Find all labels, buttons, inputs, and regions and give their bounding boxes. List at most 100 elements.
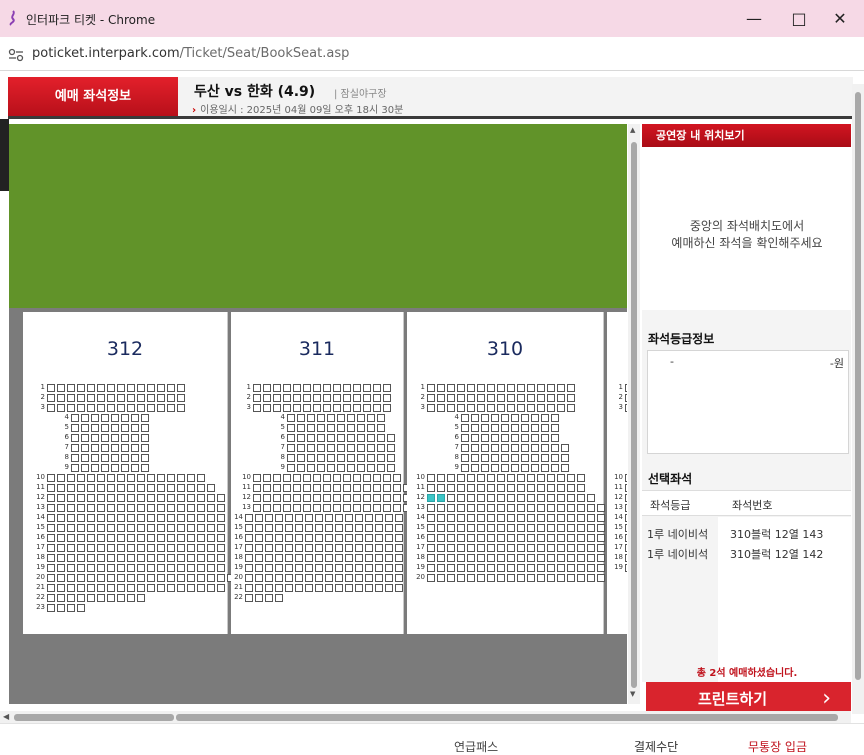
seat[interactable] (357, 424, 365, 432)
seat[interactable] (157, 384, 165, 392)
seat[interactable] (91, 414, 99, 422)
seat[interactable] (625, 404, 627, 412)
seat[interactable] (487, 534, 495, 542)
seat[interactable] (315, 534, 323, 542)
seat[interactable] (625, 544, 627, 552)
seat-map[interactable]: 312 1 2 3 4 5 6 7 8 9 10 11 12 13 14 15 16 17 18 19 20 21 22 23… (9, 124, 627, 704)
seat[interactable] (377, 434, 385, 442)
seat[interactable] (363, 404, 371, 412)
seat[interactable] (551, 424, 559, 432)
seat[interactable] (207, 524, 215, 532)
site-info-icon[interactable] (8, 48, 24, 62)
seat[interactable] (333, 384, 341, 392)
seat[interactable] (393, 504, 401, 512)
seat[interactable] (157, 524, 165, 532)
seat[interactable] (81, 434, 89, 442)
seat[interactable] (167, 394, 175, 402)
seat[interactable] (157, 394, 165, 402)
seat[interactable] (457, 514, 465, 522)
seat[interactable] (345, 584, 353, 592)
seat[interactable] (561, 464, 569, 472)
seat[interactable] (551, 434, 559, 442)
seat[interactable] (275, 584, 283, 592)
seat[interactable] (265, 544, 273, 552)
seat[interactable] (325, 524, 333, 532)
seat[interactable] (393, 494, 401, 502)
seat[interactable] (57, 564, 65, 572)
seat[interactable] (97, 584, 105, 592)
seat[interactable] (293, 384, 301, 392)
seat[interactable] (187, 584, 195, 592)
seat[interactable] (323, 394, 331, 402)
seat[interactable] (127, 544, 135, 552)
seat[interactable] (491, 464, 499, 472)
seat[interactable] (303, 384, 311, 392)
seat[interactable] (187, 524, 195, 532)
seat[interactable] (287, 444, 295, 452)
seat[interactable] (567, 564, 575, 572)
seat[interactable] (283, 504, 291, 512)
seat[interactable] (197, 534, 205, 542)
seat[interactable] (337, 434, 345, 442)
seat[interactable] (47, 574, 55, 582)
seat[interactable] (263, 474, 271, 482)
seat[interactable] (131, 434, 139, 442)
seat[interactable] (107, 514, 115, 522)
seat[interactable] (77, 554, 85, 562)
seat[interactable] (157, 474, 165, 482)
seat[interactable] (217, 574, 225, 582)
seat[interactable] (141, 444, 149, 452)
seat[interactable] (517, 534, 525, 542)
seat[interactable] (537, 514, 545, 522)
seat[interactable] (471, 414, 479, 422)
seat[interactable] (343, 404, 351, 412)
seat[interactable] (107, 524, 115, 532)
seat[interactable] (395, 584, 403, 592)
seat[interactable] (521, 414, 529, 422)
seat[interactable] (557, 544, 565, 552)
seat[interactable] (437, 514, 445, 522)
seat[interactable] (313, 504, 321, 512)
seat[interactable] (217, 514, 225, 522)
seat[interactable] (527, 534, 535, 542)
seat[interactable] (557, 484, 565, 492)
seat[interactable] (127, 554, 135, 562)
seat[interactable] (47, 474, 55, 482)
seat[interactable] (373, 484, 381, 492)
seat[interactable] (335, 564, 343, 572)
seat[interactable] (57, 574, 65, 582)
seat[interactable] (121, 454, 129, 462)
seat[interactable] (97, 404, 105, 412)
seat[interactable] (467, 544, 475, 552)
seat[interactable] (375, 544, 383, 552)
seat[interactable] (625, 534, 627, 542)
seat[interactable] (501, 444, 509, 452)
seat[interactable] (357, 464, 365, 472)
seat[interactable] (497, 574, 505, 582)
seat[interactable] (147, 404, 155, 412)
seat[interactable] (531, 434, 539, 442)
seat[interactable] (501, 454, 509, 462)
seat[interactable] (541, 414, 549, 422)
seat[interactable] (337, 464, 345, 472)
seat[interactable] (487, 394, 495, 402)
seat[interactable] (511, 424, 519, 432)
seat[interactable] (345, 544, 353, 552)
seat[interactable] (157, 404, 165, 412)
seat[interactable] (97, 564, 105, 572)
seat[interactable] (547, 394, 555, 402)
seat[interactable] (385, 534, 393, 542)
seat[interactable] (137, 574, 145, 582)
seat[interactable] (207, 564, 215, 572)
seat[interactable] (167, 564, 175, 572)
seat[interactable] (117, 484, 125, 492)
seat[interactable] (131, 424, 139, 432)
seat[interactable] (157, 554, 165, 562)
seat[interactable] (77, 574, 85, 582)
seat[interactable] (107, 574, 115, 582)
seat[interactable] (97, 384, 105, 392)
seat[interactable] (335, 524, 343, 532)
seat[interactable] (467, 384, 475, 392)
seat[interactable] (365, 574, 373, 582)
seat[interactable] (587, 494, 595, 502)
